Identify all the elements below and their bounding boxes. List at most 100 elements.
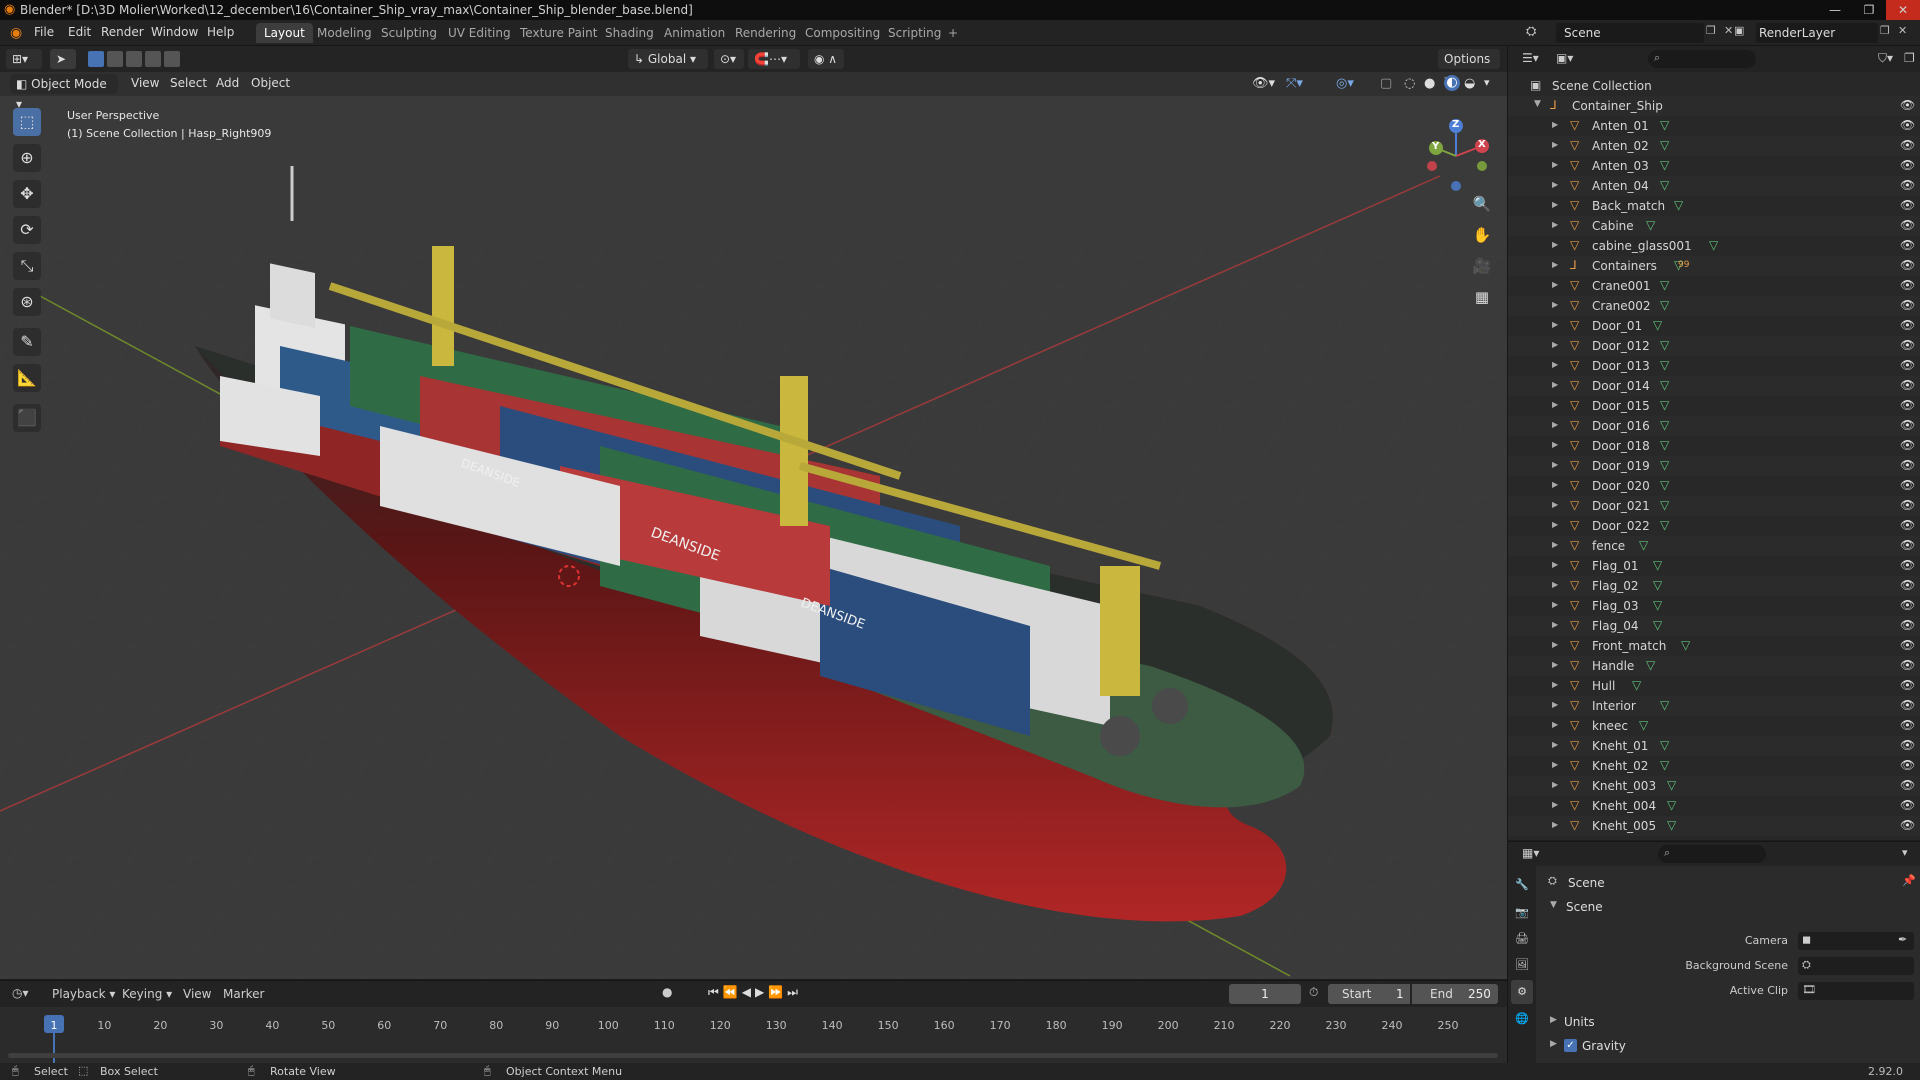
outliner-row-object[interactable]: ▶ ▽ Front_match ▽ 👁 [1508,636,1920,656]
tab-uv-editing[interactable]: UV Editing [440,23,519,43]
expand-arrow-icon[interactable]: ▶ [1552,240,1558,249]
mesh-data-icon[interactable]: ▽ [1660,378,1669,392]
outliner-row-object[interactable]: ▶ ▽ Kneht_004 ▽ 👁 [1508,796,1920,816]
transform-orientation-dropdown[interactable]: ↳ Global ▾ [628,49,708,69]
mesh-data-icon[interactable]: ▽ [1639,718,1648,732]
expand-arrow-icon[interactable]: ▶ [1552,460,1558,469]
outliner-row-object[interactable]: ▶ ▽ Flag_02 ▽ 👁 [1508,576,1920,596]
outliner-row-object[interactable]: ▶ ▽ Kneht_003 ▽ 👁 [1508,776,1920,796]
properties-editor-icon[interactable]: ▦▾ [1522,846,1539,860]
expand-arrow-icon[interactable]: ▶ [1552,300,1558,309]
eye-icon[interactable]: 👁 [1900,478,1915,492]
eye-icon[interactable]: 👁 [1900,198,1915,212]
mesh-data-icon[interactable]: ▽ [1660,498,1669,512]
outliner-row-object[interactable]: ▶ ▽ Anten_04 ▽ 👁 [1508,176,1920,196]
eye-icon[interactable]: 👁 [1900,718,1915,732]
expand-arrow-icon[interactable]: ▶ [1552,120,1558,129]
material-shading-icon[interactable]: ◐ [1444,75,1460,91]
mesh-data-icon[interactable]: ▽ [1653,618,1662,632]
timeline-menu-playback[interactable]: Playback ▾ [52,987,115,1001]
eye-icon[interactable]: 👁 [1900,418,1915,432]
render-tab-icon[interactable]: 📷 [1515,906,1529,919]
expand-arrow-icon[interactable]: ▶ [1552,720,1558,729]
eye-icon[interactable]: 👁 [1900,558,1915,572]
new-collection-icon[interactable]: ❐ [1904,51,1915,65]
select-invert-icon[interactable] [145,51,161,67]
cursor-tool[interactable]: ⊕ [13,144,41,172]
mesh-data-icon[interactable]: ▽ [1660,398,1669,412]
proportional-edit-button[interactable]: ◉ ∧ [808,49,844,69]
mesh-data-icon[interactable]: ▽ [1660,478,1669,492]
menu-render[interactable]: Render [101,25,144,39]
filter-icon[interactable]: ⛉▾ [1878,51,1893,66]
expand-arrow-icon[interactable]: ▶ [1552,200,1558,209]
new-render-layer-icon[interactable]: ❐ [1880,24,1890,37]
mesh-data-icon[interactable]: ▽ [1660,338,1669,352]
eye-icon[interactable]: 👁 [1900,458,1915,472]
add-workspace-button[interactable]: + [940,23,966,43]
eyedropper-icon[interactable]: ✒ [1898,933,1907,946]
mesh-data-icon[interactable]: ▽ [1660,438,1669,452]
scale-tool[interactable]: ⤡ [13,252,41,280]
expand-chevron-icon[interactable]: ▼ [1534,99,1541,109]
eye-icon[interactable]: 👁 [1900,598,1915,612]
expand-arrow-icon[interactable]: ▶ [1552,160,1558,169]
eye-icon[interactable]: 👁 [1900,118,1915,132]
view-layer-tab-icon[interactable]: 🖼 [1515,958,1529,971]
measure-tool[interactable]: 📐 [13,364,41,392]
pin-icon[interactable]: 📌 [1902,874,1916,887]
blender-menu-icon[interactable]: ◉ [10,25,22,41]
select-box-tool[interactable]: ⬚ [13,108,41,136]
delete-scene-icon[interactable]: ✕ [1724,24,1733,37]
camera-field[interactable]: ◼ ✒ [1798,932,1914,950]
mesh-data-icon[interactable]: ▽ [1653,578,1662,592]
timeline-menu-marker[interactable]: Marker [223,987,264,1001]
tab-scripting[interactable]: Scripting [880,23,949,43]
menu-help[interactable]: Help [207,25,234,39]
tab-shading[interactable]: Shading [597,23,662,43]
mesh-data-icon[interactable]: ▽ [1667,818,1676,832]
pan-hand-icon[interactable]: ✋ [1468,221,1496,249]
mesh-data-icon[interactable]: ▽ [1660,358,1669,372]
tab-texture-paint[interactable]: Texture Paint [512,23,605,43]
expand-arrow-icon[interactable]: ▶ [1552,400,1558,409]
eye-icon[interactable]: 👁 [1900,698,1915,712]
mesh-data-icon[interactable]: ▽ [1653,598,1662,612]
expand-arrow-icon[interactable]: ▶ [1552,340,1558,349]
eye-icon[interactable]: 👁 [1900,278,1915,292]
eye-icon[interactable]: 👁 [1900,378,1915,392]
outliner-row-object[interactable]: ▶ ▽ Door_01 ▽ 👁 [1508,316,1920,336]
eye-icon[interactable]: 👁 [1900,318,1915,332]
expand-arrow-icon[interactable]: ▶ [1552,280,1558,289]
options-dropdown[interactable]: Options ▾ [1438,49,1500,86]
new-scene-icon[interactable]: ❐ [1706,24,1716,37]
eye-icon[interactable]: 👁 [1900,438,1915,452]
outliner-search-input[interactable]: ⌕ [1648,50,1756,68]
tab-rendering[interactable]: Rendering [727,23,804,43]
outliner-row-object[interactable]: ▶ ▽ Door_015 ▽ 👁 [1508,396,1920,416]
eye-icon[interactable]: 👁 [1900,578,1915,592]
viewport-menu-object[interactable]: Object [251,76,290,90]
outliner-row-object[interactable]: ▶ ▽ Door_022 ▽ 👁 [1508,516,1920,536]
eye-icon[interactable]: 👁 [1900,758,1915,772]
outliner-row-object[interactable]: ▶ ▽ kneec ▽ 👁 [1508,716,1920,736]
viewport-menu-select[interactable]: Select [170,76,207,90]
eye-icon[interactable]: 👁 [1900,338,1915,352]
mesh-data-icon[interactable]: ▽ [1681,638,1690,652]
select-new-icon[interactable] [88,51,104,67]
playback-controls[interactable]: ⏮⏪◀▶⏩⏭ [708,985,802,1000]
visibility-icon[interactable]: 👁▾ [1252,76,1275,91]
mesh-data-icon[interactable]: ▽ [1660,458,1669,472]
tab-animation[interactable]: Animation [656,23,733,43]
expand-arrow-icon[interactable]: ▶ [1552,680,1558,689]
object-mode-dropdown[interactable]: ◧ Object Mode ▾ [10,74,118,111]
timeline-menu-keying[interactable]: Keying ▾ [122,987,172,1001]
eye-icon[interactable]: 👁 [1900,818,1915,832]
outliner-row-object[interactable]: ▶ ▽ Door_018 ▽ 👁 [1508,436,1920,456]
eye-icon[interactable]: 👁 [1900,298,1915,312]
eye-icon[interactable]: 👁 [1900,618,1915,632]
outliner-row-object[interactable]: ▶ ▽ Flag_03 ▽ 👁 [1508,596,1920,616]
current-frame-field[interactable]: 1 [1229,984,1301,1004]
select-extend-icon[interactable] [107,51,123,67]
xray-toggle-icon[interactable]: ▢ [1380,76,1392,91]
